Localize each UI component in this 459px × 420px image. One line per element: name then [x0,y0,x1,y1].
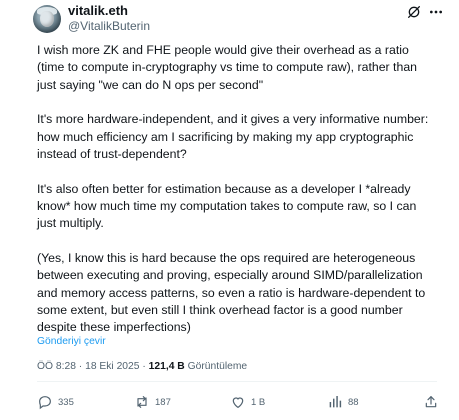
views-label: Görüntüleme [187,361,248,372]
tweet-text: I wish more ZK and FHE people would give… [37,42,437,354]
tweet-date[interactable]: 18 Eki 2025 [85,361,139,372]
repost-count: 187 [155,396,171,408]
more-icon[interactable] [428,4,444,20]
like-count: 1 B [251,396,266,408]
translate-link[interactable]: Gönderiyi çevir [37,336,106,347]
repost-icon [137,396,147,408]
grok-icon[interactable] [406,4,422,20]
reply-count: 335 [58,396,74,408]
avatar-face [40,11,54,27]
action-bar: 335 187 1 B 88 [37,392,457,416]
tweet-meta: ÖÖ 8:28 · 18 Eki 2025 · 121,4 B Görüntül… [37,361,247,372]
avatar[interactable] [33,5,61,33]
divider [37,381,437,382]
tweet-paragraph-1: I wish more ZK and FHE people would give… [37,43,417,92]
share-icon [425,396,437,408]
analytics-icon [329,396,342,408]
tweet-paragraph-3: It's also often better for estimation be… [37,181,417,231]
tweet-header: vitalik.eth @VitalikButerin [0,0,459,48]
views-count: 121,4 B [148,361,185,372]
like-button[interactable]: 1 B [230,392,265,412]
reply-button[interactable]: 335 [37,392,74,412]
author-name[interactable]: vitalik.eth [68,3,128,18]
share-button[interactable] [423,392,444,412]
author-handle[interactable]: @VitalikButerin [68,19,150,33]
reply-icon [39,396,51,410]
tweet-paragraph-2: It's more hardware-independent, and it g… [37,112,429,161]
tweet-time[interactable]: ÖÖ 8:28 [37,361,76,372]
tweet-paragraph-4: (Yes, I know this is hard because the op… [37,251,426,335]
views-button[interactable]: 88 [327,392,359,412]
bookmark-count: 88 [348,396,359,408]
repost-button[interactable]: 187 [134,392,171,412]
heart-icon [232,397,244,409]
